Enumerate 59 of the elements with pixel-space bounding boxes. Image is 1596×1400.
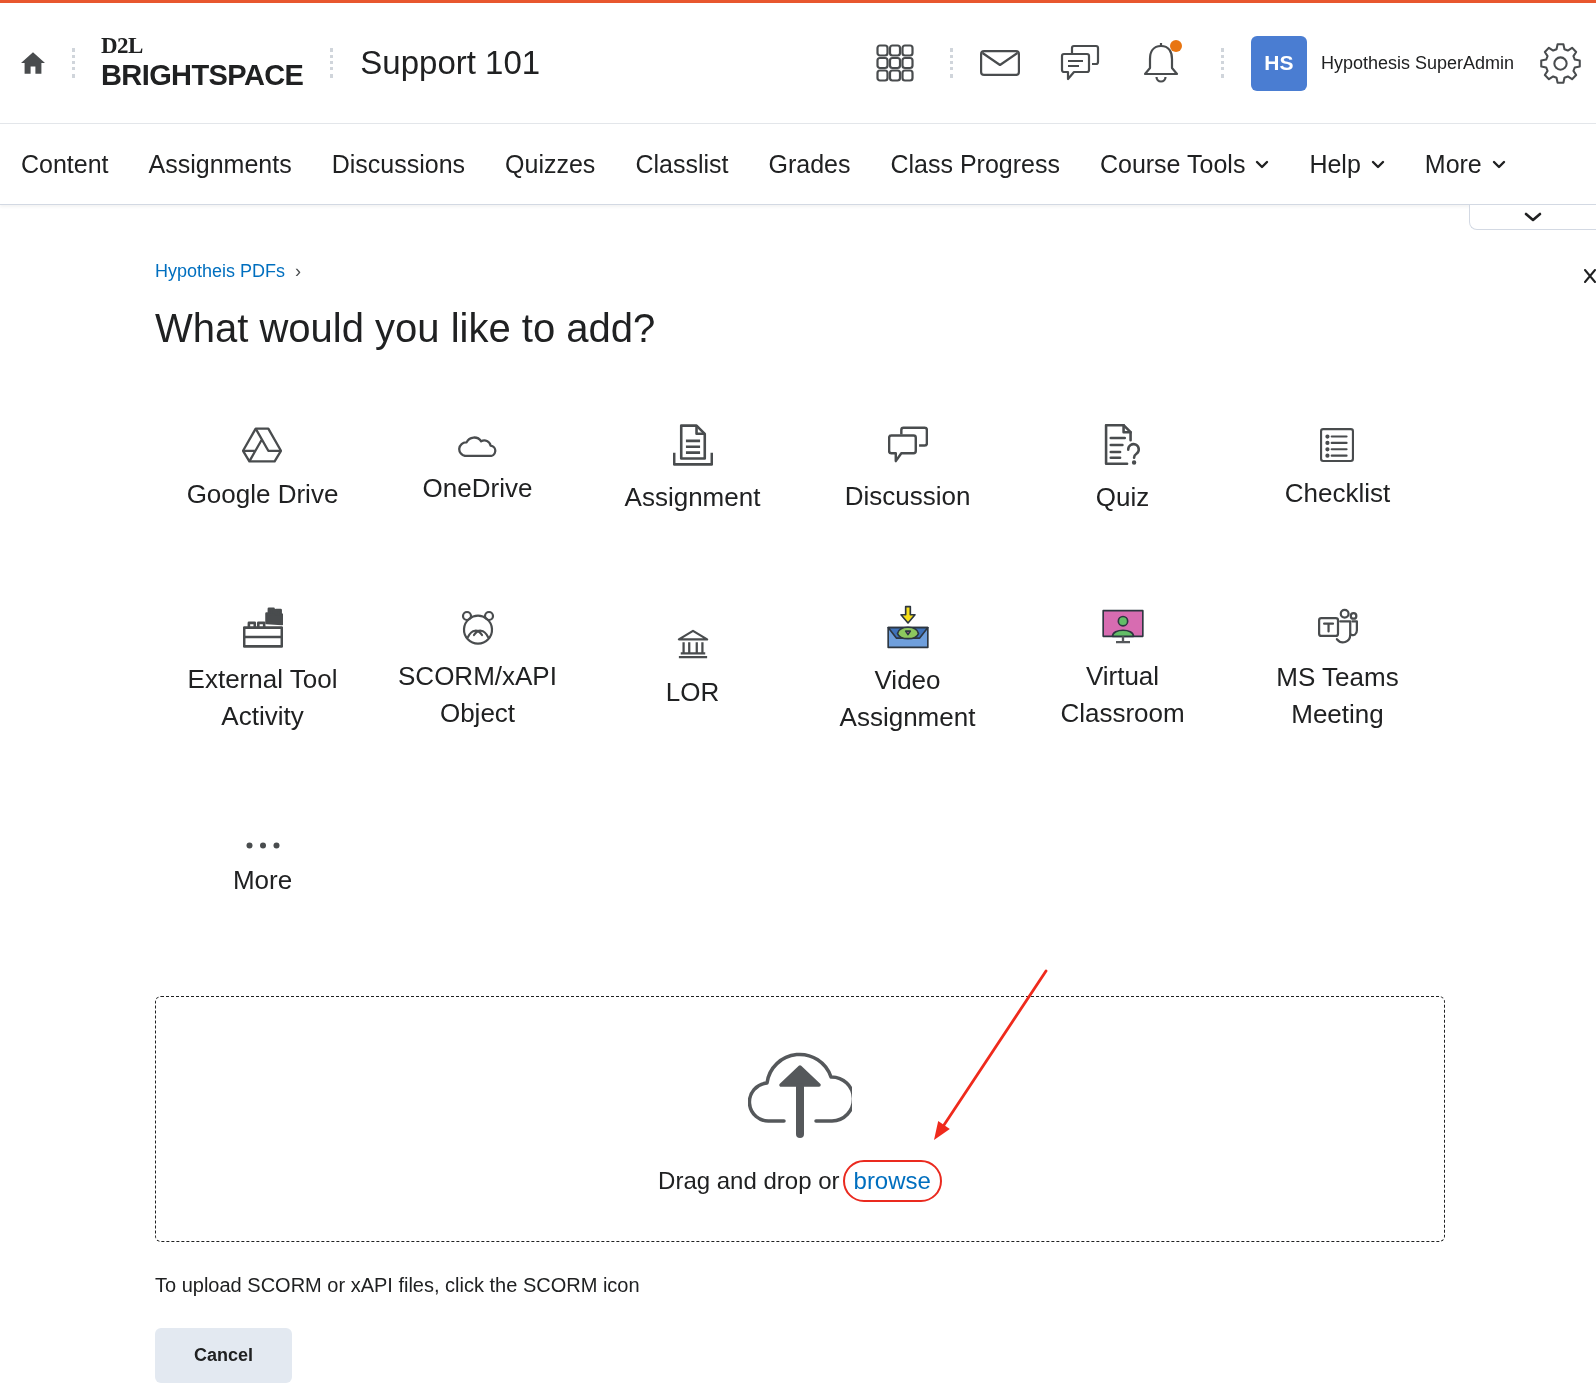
upload-hint: To upload SCORM or xAPI files, click the SCORM icon [155,1273,640,1297]
speech-bubbles-icon [887,425,928,465]
bear-face-icon [459,608,496,645]
settings-icon[interactable] [1540,42,1581,84]
monitor-person-icon [1101,608,1144,645]
chevron-down-icon [1370,159,1385,169]
triangle-drive-icon [242,427,283,463]
nav-link[interactable]: Content [21,149,109,179]
add-option-button[interactable]: Discussion [838,419,977,521]
add-option-button[interactable]: Video Assignment [806,598,1009,742]
chevron-down-icon [1491,159,1506,169]
cancel-button[interactable]: Cancel [155,1328,292,1383]
add-option-button[interactable]: More [226,835,299,905]
nav-menu-button[interactable]: Help [1309,149,1385,179]
more-dots-icon [245,841,280,849]
nav-link[interactable]: Quizzes [505,149,596,179]
nav-menu-button[interactable]: More [1424,149,1506,179]
chevron-down-icon [1524,212,1542,222]
breadcrumb-link[interactable]: Hypotheis PDFs [155,260,286,282]
add-option-button[interactable]: Checklist [1278,422,1397,518]
add-option-button[interactable]: External Tool Activity [161,599,364,741]
team-meeting-icon [1317,607,1358,646]
chat-bubbles-icon[interactable] [1059,44,1100,82]
document-tray-icon [672,424,713,466]
breadcrumb-separator: › [295,260,302,282]
page-heading: What would you like to add? [155,305,656,352]
add-option-button[interactable]: Virtual Classroom [1021,602,1224,738]
chevron-down-icon [1255,159,1270,169]
envelope-icon[interactable] [979,50,1020,76]
document-question-icon [1102,424,1143,466]
add-option-button[interactable]: Assignment [618,418,767,522]
add-option-button[interactable]: Quiz [1089,418,1156,522]
nav-link[interactable]: Discussions [331,149,466,179]
add-option-button[interactable]: MS Teams Meeting [1236,601,1439,739]
add-option-button[interactable]: SCORM/xAPI Object [376,602,579,738]
add-option-button[interactable]: OneDrive [416,427,539,513]
nav-link[interactable]: Class Progress [890,149,1060,179]
checklist-icon [1320,428,1355,462]
building-blocks-icon [242,605,283,648]
logo-mark[interactable]: D2L [101,34,304,58]
course-title: Support 101 [360,44,541,82]
logo-wordmark[interactable]: BRIGHTSPACE [101,58,304,92]
user-name[interactable]: Hypothesis SuperAdmin [1320,52,1514,74]
apps-grid-icon[interactable] [875,44,914,82]
home-icon[interactable] [21,52,45,74]
add-option-button[interactable]: LOR [659,623,726,717]
inbox-tray-icon [886,604,929,649]
nav-link[interactable]: Assignments [148,149,292,179]
nav-link[interactable]: Grades [768,149,851,179]
cloud-icon [457,433,498,457]
close-icon[interactable] [1584,269,1596,283]
user-avatar[interactable]: HS [1250,35,1307,91]
add-option-button[interactable]: Google Drive [180,421,345,519]
nav-link[interactable]: Classlist [635,149,729,179]
building-columns-icon [676,629,709,661]
drop-prompt: Drag and drop or [658,1167,840,1195]
file-drop-zone[interactable]: Drag and drop or browse [155,996,1445,1242]
nav-menu-button[interactable]: Course Tools [1099,149,1270,179]
browse-link[interactable]: browse [853,1167,931,1195]
